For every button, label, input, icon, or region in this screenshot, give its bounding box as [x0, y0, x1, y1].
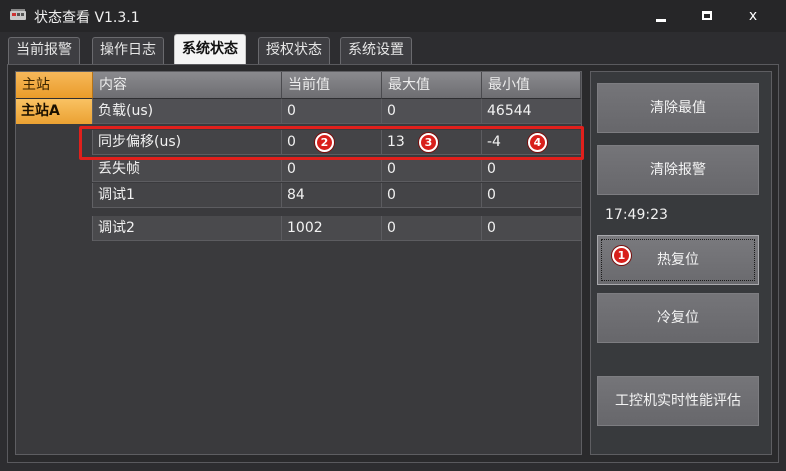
close-button[interactable]: x [730, 0, 776, 32]
column-header-max[interactable]: 最大值 [382, 72, 482, 99]
maximize-icon [702, 11, 712, 20]
table-row[interactable]: 调试2 1002 0 0 [16, 216, 581, 241]
content-cell[interactable]: 调试2 [93, 216, 282, 241]
min-value-cell[interactable]: 0 [482, 183, 581, 208]
column-header-current[interactable]: 当前值 [282, 72, 382, 99]
content-cell[interactable]: 负载(us) [93, 99, 282, 124]
row-header-cell[interactable] [16, 157, 93, 182]
max-value-cell[interactable]: 0 [382, 99, 482, 124]
marker-badge-4: 4 [528, 133, 547, 152]
close-icon: x [748, 8, 758, 24]
content-cell[interactable]: 调试1 [93, 183, 282, 208]
hot-reset-label: 热复位 [657, 252, 699, 268]
max-value-cell[interactable]: 0 [382, 216, 482, 241]
minimize-button[interactable] [638, 0, 684, 32]
title-bar: 状态查看 V1.3.1 x [0, 0, 786, 32]
window-title: 状态查看 V1.3.1 [34, 10, 140, 26]
app-icon [10, 9, 26, 20]
min-value-cell[interactable]: 46544 [482, 99, 581, 124]
tab-system-settings[interactable]: 系统设置 [340, 37, 412, 64]
marker-badge-1: 1 [612, 246, 631, 265]
perf-eval-button[interactable]: 工控机实时性能评估 [597, 376, 759, 426]
maximize-button[interactable] [684, 0, 730, 32]
column-header-station[interactable]: 主站 [16, 72, 93, 99]
tab-strip: 当前报警 操作日志 系统状态 授权状态 系统设置 [0, 32, 786, 64]
marker-badge-3: 3 [419, 133, 438, 152]
table-row[interactable]: 调试1 84 0 0 [16, 183, 581, 208]
minimize-icon [656, 19, 666, 22]
column-header-min[interactable]: 最小值 [482, 72, 581, 99]
marker-badge-2: 2 [315, 133, 334, 152]
row-header-cell[interactable]: 主站A [16, 99, 93, 124]
table-row[interactable]: 丢失帧 0 0 0 [16, 157, 581, 182]
tab-current-alarms[interactable]: 当前报警 [8, 37, 80, 64]
column-header-content[interactable]: 内容 [93, 72, 282, 99]
current-value-cell[interactable]: 1002 [282, 216, 382, 241]
clear-alarm-button[interactable]: 清除报警 [597, 145, 759, 195]
max-value-cell[interactable]: 0 [382, 157, 482, 182]
max-value-cell[interactable]: 0 [382, 183, 482, 208]
min-value-cell[interactable]: 0 [482, 157, 581, 182]
current-value-cell[interactable]: 0 [282, 157, 382, 182]
row-header-cell[interactable] [16, 216, 93, 241]
current-value-cell[interactable]: 0 [282, 99, 382, 124]
tab-license-status[interactable]: 授权状态 [258, 37, 330, 64]
cold-reset-button[interactable]: 冷复位 [597, 293, 759, 343]
min-value-cell[interactable]: 0 [482, 216, 581, 241]
clear-max-button[interactable]: 清除最值 [597, 83, 759, 133]
tab-operation-log[interactable]: 操作日志 [92, 37, 164, 64]
table-row[interactable]: 主站A 负载(us) 0 0 46544 [16, 99, 581, 124]
tab-system-status[interactable]: 系统状态 [174, 34, 246, 64]
clock-time: 17:49:23 [605, 207, 668, 223]
content-cell[interactable]: 丢失帧 [93, 157, 282, 182]
current-value-cell[interactable]: 84 [282, 183, 382, 208]
row-header-cell[interactable] [16, 183, 93, 208]
